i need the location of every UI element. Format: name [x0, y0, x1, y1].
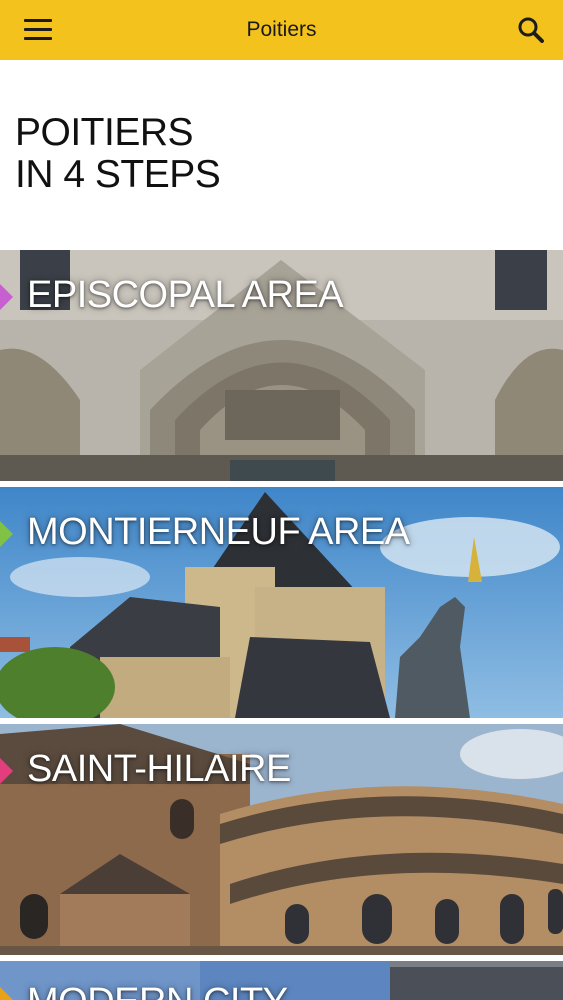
search-icon — [518, 17, 544, 43]
search-button[interactable] — [513, 12, 549, 48]
page-title-line-2: IN 4 STEPS — [15, 153, 221, 196]
area-label: MONTIERNEUF AREA — [27, 511, 410, 553]
area-marker-icon — [0, 758, 13, 784]
area-marker-icon — [0, 987, 13, 1000]
area-label: MODERN CITY — [27, 979, 288, 1000]
area-marker-icon — [0, 521, 13, 547]
area-marker-icon — [0, 284, 13, 310]
top-app-bar: Poitiers — [0, 0, 563, 60]
page-title: POITIERS IN 4 STEPS — [15, 111, 221, 196]
area-label: SAINT-HILAIRE — [27, 748, 291, 790]
area-tile-saint-hilaire[interactable]: SAINT-HILAIRE — [0, 724, 563, 955]
area-tile-episcopal[interactable]: EPISCOPAL AREA — [0, 250, 563, 481]
app-title: Poitiers — [246, 18, 317, 41]
area-tile-modern-city[interactable]: MODERN CITY — [0, 961, 563, 1000]
page-title-line-1: POITIERS — [15, 111, 194, 154]
area-label: EPISCOPAL AREA — [27, 274, 344, 316]
area-tile-montierneuf[interactable]: MONTIERNEUF AREA — [0, 487, 563, 718]
